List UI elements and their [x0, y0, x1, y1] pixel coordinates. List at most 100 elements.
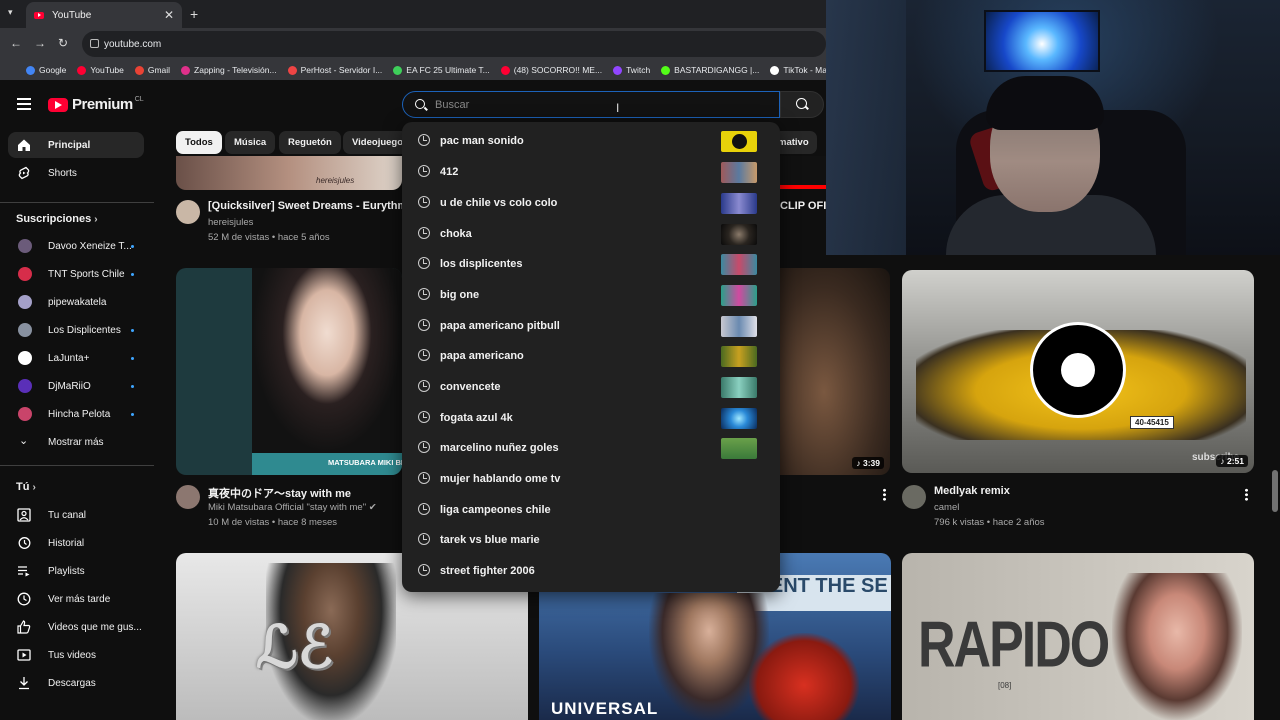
channel-avatar[interactable] — [902, 485, 926, 509]
forward-icon[interactable]: → — [34, 36, 46, 50]
you-heading[interactable]: Tú › — [16, 481, 36, 493]
show-more-button[interactable]: ⌄ Mostrar más — [8, 429, 144, 455]
search-suggestion[interactable]: 412 — [402, 157, 780, 187]
bookmark-item[interactable]: BASTARDIGANGG |... — [661, 65, 759, 75]
suggestion-text: liga campeones chile — [440, 504, 551, 516]
channel-avatar[interactable] — [176, 485, 200, 509]
search-suggestion[interactable]: choka — [402, 219, 780, 249]
sidebar-item-label: Playlists — [48, 565, 85, 577]
sidebar-item-liked-videos[interactable]: Videos que me gus... — [8, 614, 144, 640]
history-icon — [18, 537, 31, 549]
video-title[interactable]: [Quicksilver] Sweet Dreams - Eurythmics — [208, 200, 402, 212]
search-suggestion[interactable]: los displicentes — [402, 249, 780, 279]
search-suggestion[interactable]: mujer hablando ome tv — [402, 464, 780, 494]
sidebar-item-history[interactable]: Historial — [8, 530, 144, 556]
subscription-item[interactable]: DjMaRiiO — [8, 373, 144, 399]
search-button[interactable] — [780, 91, 824, 118]
subscription-item[interactable]: Hincha Pelota — [8, 401, 144, 427]
menu-icon[interactable] — [17, 98, 31, 110]
browser-tab-youtube[interactable]: YouTube ✕ — [26, 2, 182, 28]
sidebar-item-shorts[interactable]: Shorts — [8, 160, 144, 186]
bookmark-item[interactable]: PerHost - Servidor I... — [287, 65, 382, 75]
channel-icon — [17, 508, 31, 522]
like-icon — [17, 620, 31, 634]
bookmark-item[interactable]: (48) SOCORRO!! ME... — [500, 65, 603, 75]
video-thumbnail[interactable]: hereisjules — [176, 156, 402, 190]
search-input[interactable]: Buscar — [402, 91, 780, 118]
suggestion-text: papa americano — [440, 350, 524, 362]
video-thumbnail[interactable]: RAPIDO [08] — [902, 553, 1254, 720]
subscriptions-heading[interactable]: Suscripciones › — [16, 213, 98, 225]
more-options-icon[interactable] — [1245, 488, 1248, 501]
pacman-icon — [732, 134, 747, 149]
sidebar-item-your-channel[interactable]: Tu canal — [8, 502, 144, 528]
site-info-icon[interactable] — [90, 39, 99, 48]
video-thumbnail[interactable]: ♪ 3:39 — [780, 268, 890, 475]
suggestion-thumbnail — [721, 162, 757, 183]
bookmark-item[interactable]: TikTok - Make Yo... — [770, 65, 826, 75]
subscription-item[interactable]: Los Displicentes — [8, 317, 144, 343]
suggestion-text: choka — [440, 228, 472, 240]
search-suggestion[interactable]: liga campeones chile — [402, 495, 780, 525]
suggestion-text: marcelino nuñez goles — [440, 442, 559, 454]
suggestion-text: street fighter 2006 — [440, 565, 535, 577]
chip-regueton[interactable]: Reguetón — [279, 131, 341, 154]
history-icon — [418, 441, 430, 453]
sidebar-item-playlists[interactable]: Playlists — [8, 558, 144, 584]
bookmark-item[interactable]: Gmail — [134, 65, 170, 75]
bookmark-label: (48) SOCORRO!! ME... — [513, 65, 603, 75]
search-suggestion[interactable]: papa americano — [402, 341, 780, 371]
subscription-item[interactable]: Davoo Xeneize T... — [8, 233, 144, 259]
address-bar[interactable]: youtube.com — [82, 31, 826, 57]
suggestion-text: mujer hablando ome tv — [440, 473, 561, 485]
youtube-premium-logo[interactable]: Premium CL — [48, 96, 144, 113]
video-thumbnail[interactable]: 40-45415 subscribe ♪ 2:51 — [902, 270, 1254, 473]
bookmark-item[interactable]: Zapping - Televisión... — [181, 65, 277, 75]
channel-name[interactable]: camel — [934, 502, 959, 513]
page-scrollbar[interactable] — [1272, 470, 1278, 512]
suggestion-thumbnail — [721, 285, 757, 306]
back-icon[interactable]: ← — [10, 36, 22, 50]
bookmark-item[interactable]: Google — [26, 65, 66, 75]
reload-icon[interactable]: ↻ — [58, 36, 68, 50]
search-suggestion[interactable]: papa americano pitbull — [402, 311, 780, 341]
chip-musica[interactable]: Música — [225, 131, 276, 154]
sidebar-item-your-videos[interactable]: Tus videos — [8, 642, 144, 668]
video-thumbnail[interactable] — [780, 156, 826, 190]
search-suggestion[interactable]: tarek vs blue marie — [402, 525, 780, 555]
subscription-item[interactable]: TNT Sports Chile — [8, 261, 144, 287]
new-content-dot — [131, 357, 134, 360]
subscription-item[interactable]: LaJunta+ — [8, 345, 144, 371]
video-title[interactable]: 真夜中のドア〜stay with me — [208, 485, 402, 501]
sidebar-item-watch-later[interactable]: Ver más tarde — [8, 586, 144, 612]
channel-name[interactable]: Miki Matsubara Official "stay with me" ✔ — [208, 502, 377, 513]
bookmark-item[interactable]: Twitch — [613, 65, 650, 75]
channel-avatar[interactable] — [176, 200, 200, 224]
search-suggestion[interactable]: big one — [402, 280, 780, 310]
video-thumbnail[interactable]: MATSUBARA MIKI BES — [176, 268, 402, 475]
thumbnail-person — [1112, 573, 1242, 720]
search-suggestion[interactable]: street fighter 2006 — [402, 556, 780, 586]
tab-search-icon[interactable]: ▾ — [8, 7, 13, 18]
close-tab-icon[interactable]: ✕ — [164, 8, 174, 22]
new-tab-icon[interactable]: + — [190, 6, 198, 22]
bookmark-favicon-icon — [661, 65, 671, 75]
license-plate: 40-45415 — [1130, 416, 1174, 429]
search-suggestion[interactable]: fogata azul 4k — [402, 403, 780, 433]
bookmark-item[interactable]: YouTube — [77, 65, 124, 75]
chip-todos[interactable]: Todos — [176, 131, 222, 154]
search-suggestion[interactable]: marcelino nuñez goles — [402, 433, 780, 463]
sidebar-item-downloads[interactable]: Descargas — [8, 670, 144, 696]
subscription-label: Davoo Xeneize T... — [48, 240, 132, 252]
bookmark-favicon-icon — [287, 65, 297, 75]
video-title[interactable]: Medlyak remix — [934, 485, 1234, 497]
search-suggestion[interactable]: convencete — [402, 372, 780, 402]
video-title[interactable]: CLIP OFIC — [780, 200, 826, 212]
bookmark-item[interactable]: EA FC 25 Ultimate T... — [393, 65, 490, 75]
search-suggestion[interactable]: pac man sonido — [402, 126, 780, 156]
subscription-item[interactable]: pipewakatela — [8, 289, 144, 315]
search-suggestion[interactable]: u de chile vs colo colo — [402, 188, 780, 218]
channel-name[interactable]: hereisjules — [208, 217, 253, 228]
more-options-icon[interactable] — [883, 488, 886, 501]
sidebar-item-home[interactable]: Principal — [8, 132, 144, 158]
